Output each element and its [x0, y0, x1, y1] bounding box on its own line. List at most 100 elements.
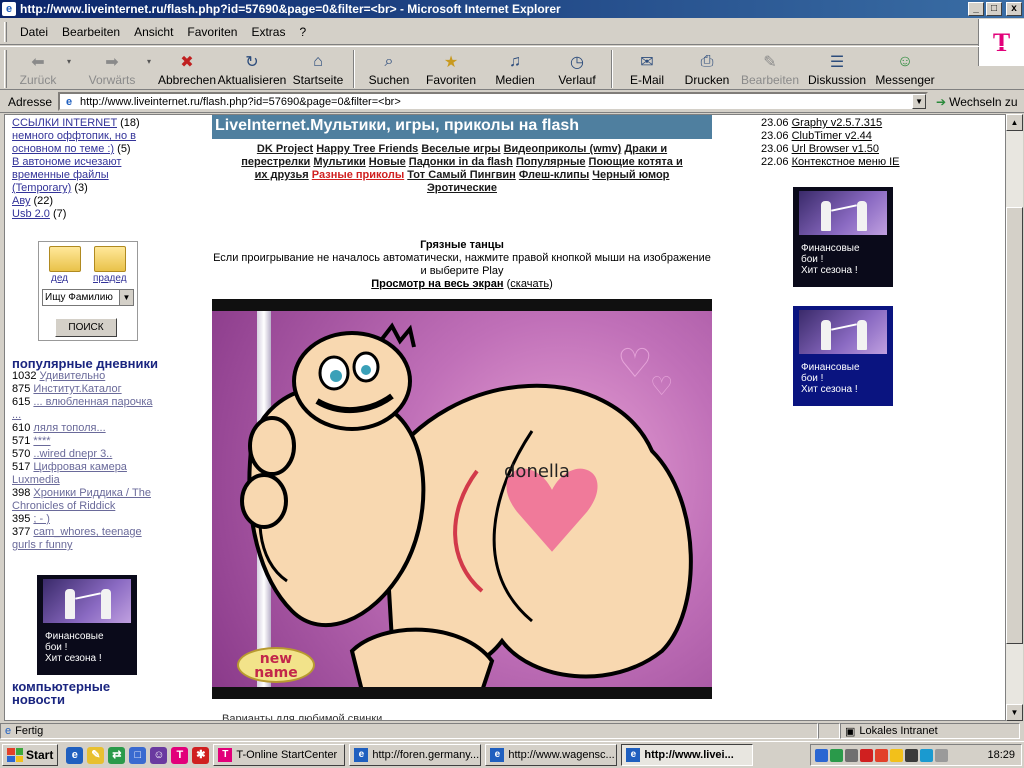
link-avu[interactable]: Аву — [12, 195, 30, 207]
scroll-thumb[interactable] — [1006, 207, 1023, 644]
favorites-button[interactable]: ★ Favoriten — [419, 47, 483, 89]
task-t-online[interactable]: T T-Online StartCenter — [213, 744, 346, 766]
media-tray-icon[interactable] — [905, 748, 918, 762]
category-link[interactable]: Happy Tree Friends — [316, 143, 418, 155]
folder-icon[interactable] — [49, 246, 81, 272]
update-link[interactable]: Graphy v2.5.7.315 — [792, 117, 883, 129]
category-link[interactable]: DK Project — [257, 143, 313, 155]
discussion-button[interactable]: ☰ Diskussion — [803, 47, 871, 89]
mail-button[interactable]: ✉ E-Mail — [617, 47, 677, 89]
update-link[interactable]: Контекстное меню IE — [792, 156, 900, 168]
category-link[interactable]: перестрелки — [241, 156, 310, 168]
category-link[interactable]: Эротические — [427, 182, 497, 194]
popular-link[interactable]: Хроники Риддика / The Chronicles of Ridd… — [12, 487, 151, 512]
flash-animation-frame[interactable]: ♡ ♡ ♡ — [212, 311, 712, 687]
fullscreen-link[interactable]: Просмотр на весь экран — [371, 278, 503, 290]
category-link[interactable]: их друзья — [255, 169, 309, 181]
menu-ansicht[interactable]: Ansicht — [127, 25, 180, 39]
popular-link[interactable]: Удивительно — [40, 370, 106, 382]
menu-favoriten[interactable]: Favoriten — [180, 25, 244, 39]
scroll-down-icon[interactable]: ▼ — [1006, 704, 1023, 721]
folder-praded-link[interactable]: прадед — [93, 273, 127, 284]
volume-tray-icon[interactable] — [845, 748, 858, 762]
outlook-quicklaunch-icon[interactable]: ✎ — [87, 746, 105, 764]
home-button[interactable]: ⌂ Startseite — [287, 47, 349, 89]
popular-link[interactable]: ... влюбленная парочка ... — [12, 396, 153, 421]
address-url[interactable]: http://www.liveinternet.ru/flash.php?id=… — [80, 96, 912, 108]
category-link[interactable]: Драки и — [624, 143, 667, 155]
refresh-button[interactable]: ↻ Aktualisieren — [217, 47, 287, 89]
fencing-ad-banner[interactable]: Финансовые бои ! Хит сезона ! — [793, 187, 893, 287]
category-link[interactable]: Тот Самый Пингвин — [407, 169, 516, 181]
media-button[interactable]: ♫ Medien — [483, 47, 547, 89]
category-link[interactable]: Флеш-клипы — [519, 169, 589, 181]
forward-dropdown-icon[interactable]: ▾ — [147, 57, 157, 66]
surname-select[interactable]: Ищу Фамилию ▼ — [42, 289, 134, 306]
category-link[interactable]: Видеоприколы (wmv) — [504, 143, 622, 155]
category-link[interactable]: Популярные — [516, 156, 586, 168]
popular-link[interactable]: cam_whores, teenage gurls r funny — [12, 526, 142, 551]
network-tray-icon[interactable] — [815, 748, 828, 762]
popular-link[interactable]: Цифровая камера Luxmedia — [12, 461, 127, 486]
menu-extras[interactable]: Extras — [244, 25, 292, 39]
tool-quicklaunch-icon[interactable]: ✱ — [192, 746, 210, 764]
category-link[interactable]: Мультики — [313, 156, 365, 168]
category-link[interactable]: Поющие котята и — [589, 156, 683, 168]
fencing-ad-banner[interactable]: Финансовые бои ! Хит сезона ! — [37, 575, 137, 675]
scroll-up-icon[interactable]: ▲ — [1006, 114, 1023, 131]
back-button[interactable]: ⬅ Zurück — [9, 47, 67, 89]
messenger-button[interactable]: ☺ Messenger — [871, 47, 939, 89]
forward-button[interactable]: ➡ Vorwärts — [77, 47, 147, 89]
category-link[interactable]: Веселые игры — [421, 143, 500, 155]
close-button[interactable]: x — [1006, 2, 1022, 16]
update-link[interactable]: ClubTimer v2.44 — [792, 130, 872, 142]
popular-link[interactable]: ..wired dnepr 3.. — [33, 448, 112, 460]
maximize-button[interactable]: □ — [986, 2, 1002, 16]
edit-button[interactable]: ✎ Bearbeiten — [737, 47, 803, 89]
address-input[interactable]: e http://www.liveinternet.ru/flash.php?i… — [58, 92, 929, 111]
popular-link[interactable]: Институт.Каталог — [33, 383, 121, 395]
history-button[interactable]: ◷ Verlauf — [547, 47, 607, 89]
arrows-quicklaunch-icon[interactable]: ⇄ — [108, 746, 126, 764]
back-dropdown-icon[interactable]: ▾ — [67, 57, 77, 66]
messenger-tray-icon[interactable] — [920, 748, 933, 762]
security-tray-icon[interactable] — [890, 748, 903, 762]
menu-datei[interactable]: Datei — [13, 25, 55, 39]
antivirus-tray-icon[interactable] — [860, 748, 873, 762]
category-link-active[interactable]: Разные приколы — [312, 169, 404, 181]
category-link[interactable]: Падонки in da flash — [409, 156, 513, 168]
minimize-button[interactable]: _ — [968, 2, 984, 16]
messenger-quicklaunch-icon[interactable]: ☺ — [150, 746, 168, 764]
update-tray-icon[interactable] — [830, 748, 843, 762]
folder-ded-link[interactable]: дед — [51, 273, 68, 284]
desktop-quicklaunch-icon[interactable]: □ — [129, 746, 147, 764]
search-submit-button[interactable]: ПОИСК — [55, 318, 117, 337]
menu-help[interactable]: ? — [292, 25, 313, 39]
link-usb[interactable]: Usb 2.0 — [12, 208, 50, 220]
category-link[interactable]: Новые — [369, 156, 406, 168]
ie-quicklaunch-icon[interactable]: e — [66, 746, 84, 764]
fencing-ad-banner[interactable]: Финансовые бои ! Хит сезона ! — [793, 306, 893, 406]
flash-player[interactable]: ♡ ♡ ♡ — [212, 299, 712, 699]
popular-link[interactable]: ; - ) — [33, 513, 50, 525]
stop-button[interactable]: ✖ Abbrechen — [157, 47, 217, 89]
popular-link[interactable]: **** — [33, 435, 50, 447]
print-button[interactable]: ⎙ Drucken — [677, 47, 737, 89]
category-link[interactable]: Черный юмор — [592, 169, 669, 181]
vertical-scrollbar[interactable]: ▲ ▼ — [1006, 114, 1023, 721]
start-button[interactable]: Start — [2, 744, 59, 766]
update-link[interactable]: Url Browser v1.50 — [792, 143, 879, 155]
task-forum[interactable]: e http://foren.germany... — [349, 744, 482, 766]
download-link[interactable]: скачать — [510, 278, 549, 290]
t-online-quicklaunch-icon[interactable]: T — [171, 746, 189, 764]
link-internet[interactable]: ССЫЛКИ INTERNET — [12, 117, 117, 129]
folder-icon[interactable] — [94, 246, 126, 272]
acrobat-tray-icon[interactable] — [875, 748, 888, 762]
address-dropdown-icon[interactable]: ▼ — [912, 94, 927, 109]
menu-bearbeiten[interactable]: Bearbeiten — [55, 25, 127, 39]
popular-link[interactable]: ляля тополя... — [33, 422, 105, 434]
keyboard-tray-icon[interactable] — [935, 748, 948, 762]
task-liveinternet[interactable]: e http://www.livei... — [621, 744, 754, 766]
go-button[interactable]: ➔ Wechseln zu — [936, 95, 1018, 109]
link-temporary[interactable]: В автономе исчезают временные файлы (Tem… — [12, 156, 121, 194]
